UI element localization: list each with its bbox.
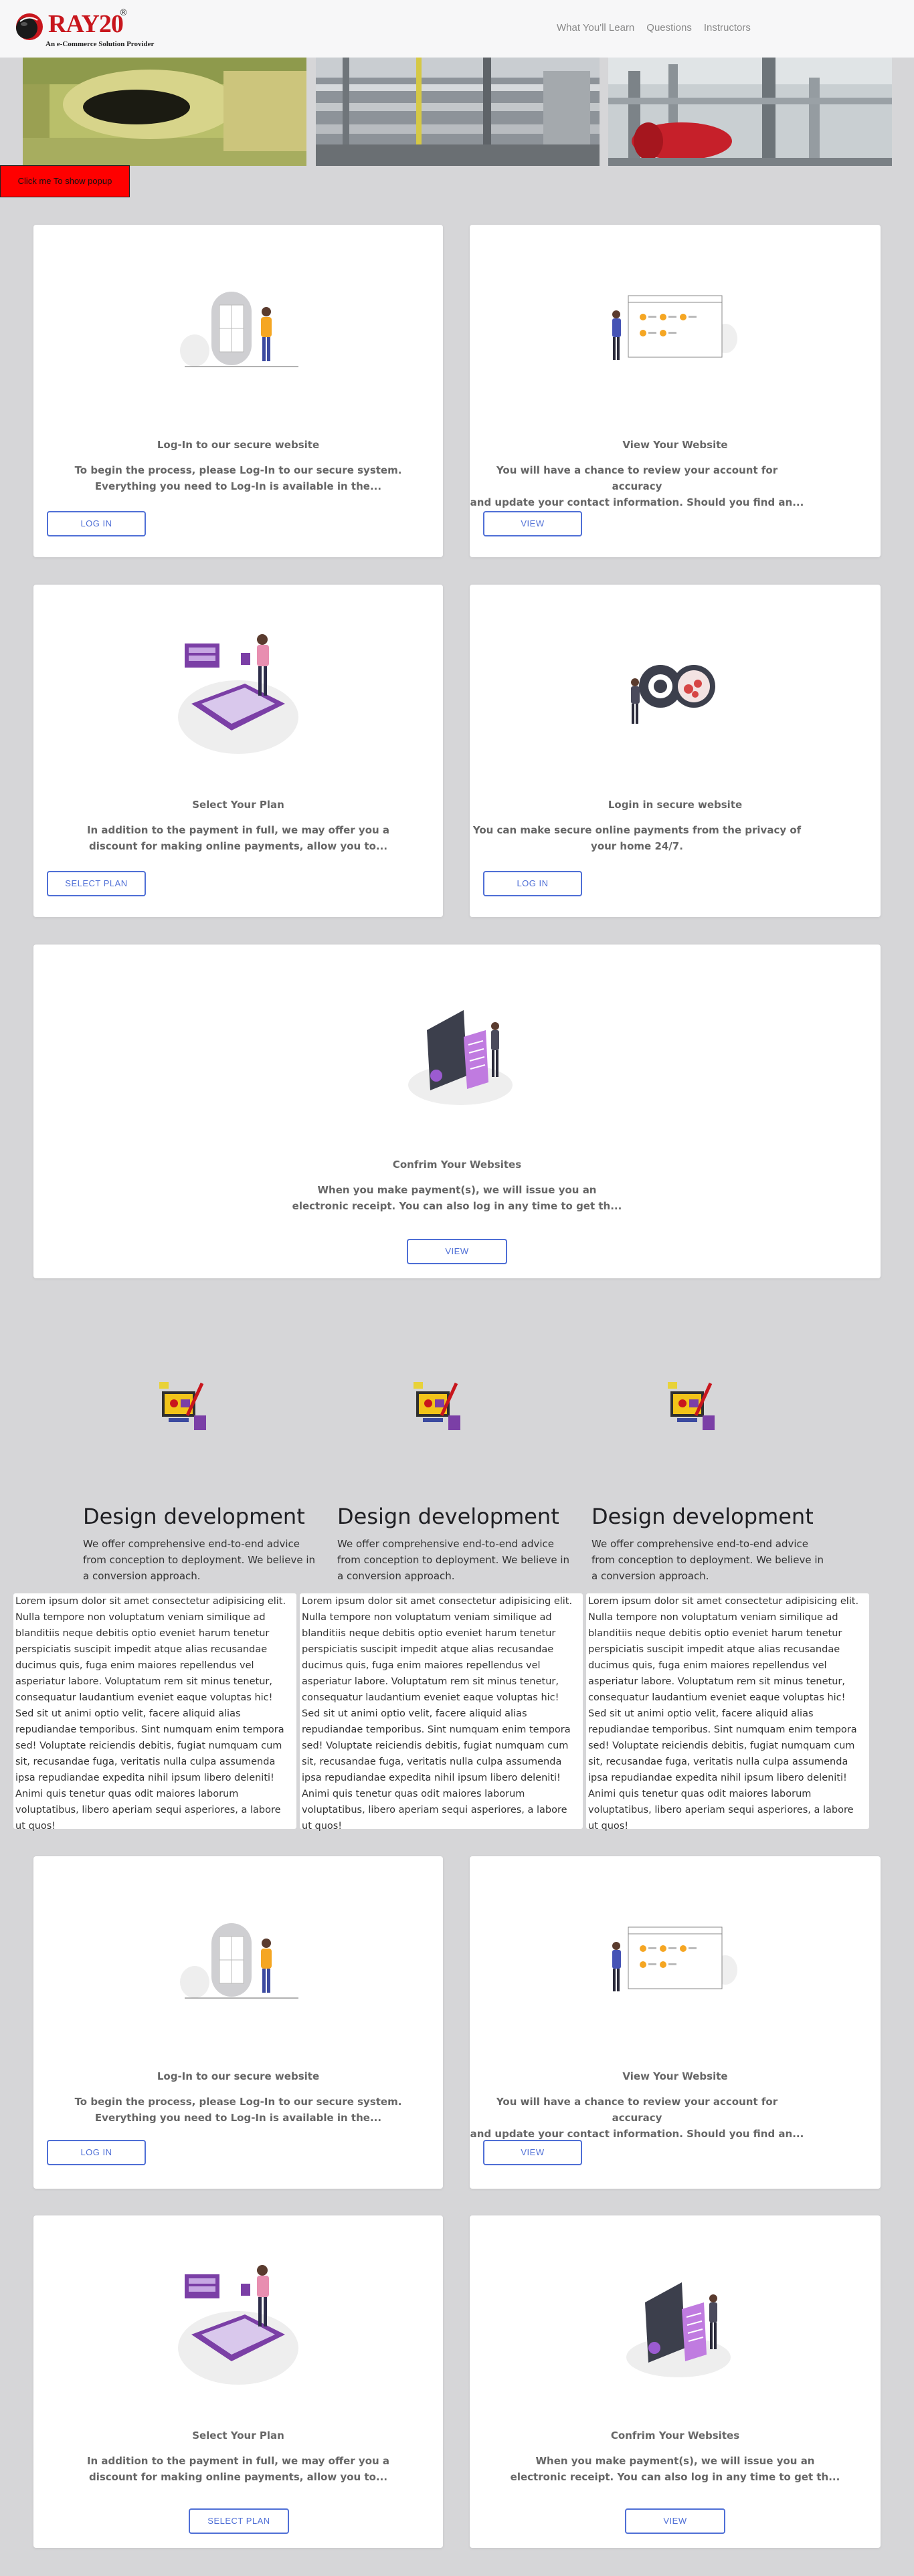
plan-selection-illustration-icon xyxy=(178,634,298,754)
select-plan-button[interactable]: SELECT PLAN xyxy=(189,2508,289,2534)
card-title: Confrim Your Websites xyxy=(392,1159,522,1171)
card-text-line-2: and update your contact information. Sho… xyxy=(470,496,804,508)
login-button[interactable]: LOG IN xyxy=(47,511,146,536)
card-text-line-1: When you make payment(s), we will issue … xyxy=(317,1184,597,1196)
card-text-line-2: discount for making online payments, all… xyxy=(88,840,388,852)
login-button[interactable]: LOG IN xyxy=(483,871,582,896)
card-confirm-websites: Confrim Your Websites When you make paym… xyxy=(470,2215,881,2548)
card-title: Log-In to our secure website xyxy=(157,439,320,451)
card-title: Select Your Plan xyxy=(192,2430,284,2442)
hero-image-pipe xyxy=(23,58,306,166)
card-title: View Your Website xyxy=(622,439,728,451)
card-title: Log-In to our secure website xyxy=(157,2070,320,2082)
lorem-text-block: Lorem ipsum dolor sit amet consectetur a… xyxy=(300,1593,583,1831)
card-text-line-1: You will have a chance to review your ac… xyxy=(496,2096,778,2124)
card-title: Confrim Your Websites xyxy=(610,2430,740,2442)
design-tools-icon xyxy=(668,1382,715,1430)
design-tools-icon xyxy=(414,1382,460,1430)
card-title: Select Your Plan xyxy=(192,799,284,811)
card-title: View Your Website xyxy=(622,2070,728,2082)
card-login: Log-In to our secure website To begin th… xyxy=(33,1856,443,2189)
design-tools-icon xyxy=(159,1382,206,1430)
card-text-line-2: electronic receipt. You can also log in … xyxy=(510,2471,840,2483)
logo-globe-icon xyxy=(16,13,43,40)
website-review-illustration-icon xyxy=(612,1926,737,1991)
card-select-plan: Select Your Plan In addition to the paym… xyxy=(33,585,443,917)
registered-mark: ® xyxy=(119,8,128,18)
design-column-title: Design development xyxy=(83,1504,305,1529)
document-confirm-illustration-icon xyxy=(626,2282,731,2377)
card-text-line-1: In addition to the payment in full, we m… xyxy=(86,824,390,836)
card-view-website: View Your Website You will have a chance… xyxy=(470,225,881,557)
card-secure-login: Login in secure website You can make sec… xyxy=(470,585,881,917)
view-button[interactable]: VIEW xyxy=(625,2508,725,2534)
card-text-line-1: You will have a chance to review your ac… xyxy=(496,464,778,492)
select-plan-button[interactable]: SELECT PLAN xyxy=(47,871,146,896)
card-confirm-websites: Confrim Your Websites When you make paym… xyxy=(33,945,881,1278)
card-text-line-1: When you make payment(s), we will issue … xyxy=(535,2455,815,2467)
card-select-plan: Select Your Plan In addition to the paym… xyxy=(33,2215,443,2548)
card-text-line-1: To begin the process, please Log-In to o… xyxy=(74,464,402,476)
card-login: Log-In to our secure website To begin th… xyxy=(33,225,443,557)
door-illustration-icon xyxy=(180,292,298,367)
hero-image-refinery xyxy=(608,58,892,166)
design-column-title: Design development xyxy=(337,1504,559,1529)
brand-tagline: An e-Commerce Solution Provider xyxy=(45,40,155,48)
card-text-line-2: discount for making online payments, all… xyxy=(88,2471,388,2483)
lorem-text-block: Lorem ipsum dolor sit amet consectetur a… xyxy=(13,1593,296,1831)
main-nav: What You'll Learn Questions Instructors xyxy=(557,22,751,33)
view-button[interactable]: VIEW xyxy=(483,2140,582,2165)
view-button[interactable]: VIEW xyxy=(483,511,582,536)
hero-image-pipes-machinery xyxy=(316,58,600,166)
website-review-illustration-icon xyxy=(612,295,737,360)
card-text-line-2: Everything you need to Log-In is availab… xyxy=(94,2112,382,2124)
login-button[interactable]: LOG IN xyxy=(47,2140,146,2165)
show-popup-button[interactable]: Click me To show popup xyxy=(0,165,130,197)
design-column-description: We offer comprehensive end-to-end advice… xyxy=(337,1538,569,1582)
view-button[interactable]: VIEW xyxy=(407,1239,507,1264)
brand-logo[interactable]: RAY20 ® An e-Commerce Solution Provider xyxy=(13,7,161,52)
card-title: Login in secure website xyxy=(608,799,743,811)
brand-name: RAY20 xyxy=(48,10,124,38)
card-text-line-2: your home 24/7. xyxy=(591,840,683,852)
card-text-line-1: You can make secure online payments from… xyxy=(472,824,802,836)
card-text-line-2: Everything you need to Log-In is availab… xyxy=(94,480,382,492)
card-view-website: View Your Website You will have a chance… xyxy=(470,1856,881,2189)
vault-illustration-icon xyxy=(631,665,715,724)
card-text-line-1: In addition to the payment in full, we m… xyxy=(86,2455,390,2467)
card-text-line-2: electronic receipt. You can also log in … xyxy=(292,1200,622,1212)
design-column-description: We offer comprehensive end-to-end advice… xyxy=(591,1538,824,1582)
lorem-text-block: Lorem ipsum dolor sit amet consectetur a… xyxy=(586,1593,869,1831)
design-column-description: We offer comprehensive end-to-end advice… xyxy=(83,1538,315,1582)
design-column-title: Design development xyxy=(591,1504,814,1529)
door-illustration-icon xyxy=(180,1923,298,1999)
nav-link-questions[interactable]: Questions xyxy=(646,22,692,33)
navbar: RAY20 ® An e-Commerce Solution Provider … xyxy=(0,0,914,58)
plan-selection-illustration-icon xyxy=(178,2265,298,2385)
nav-link-instructors[interactable]: Instructors xyxy=(704,22,751,33)
card-text-line-1: To begin the process, please Log-In to o… xyxy=(74,2096,402,2108)
document-confirm-illustration-icon xyxy=(408,1010,513,1105)
nav-link-what-youll-learn[interactable]: What You'll Learn xyxy=(557,22,634,33)
